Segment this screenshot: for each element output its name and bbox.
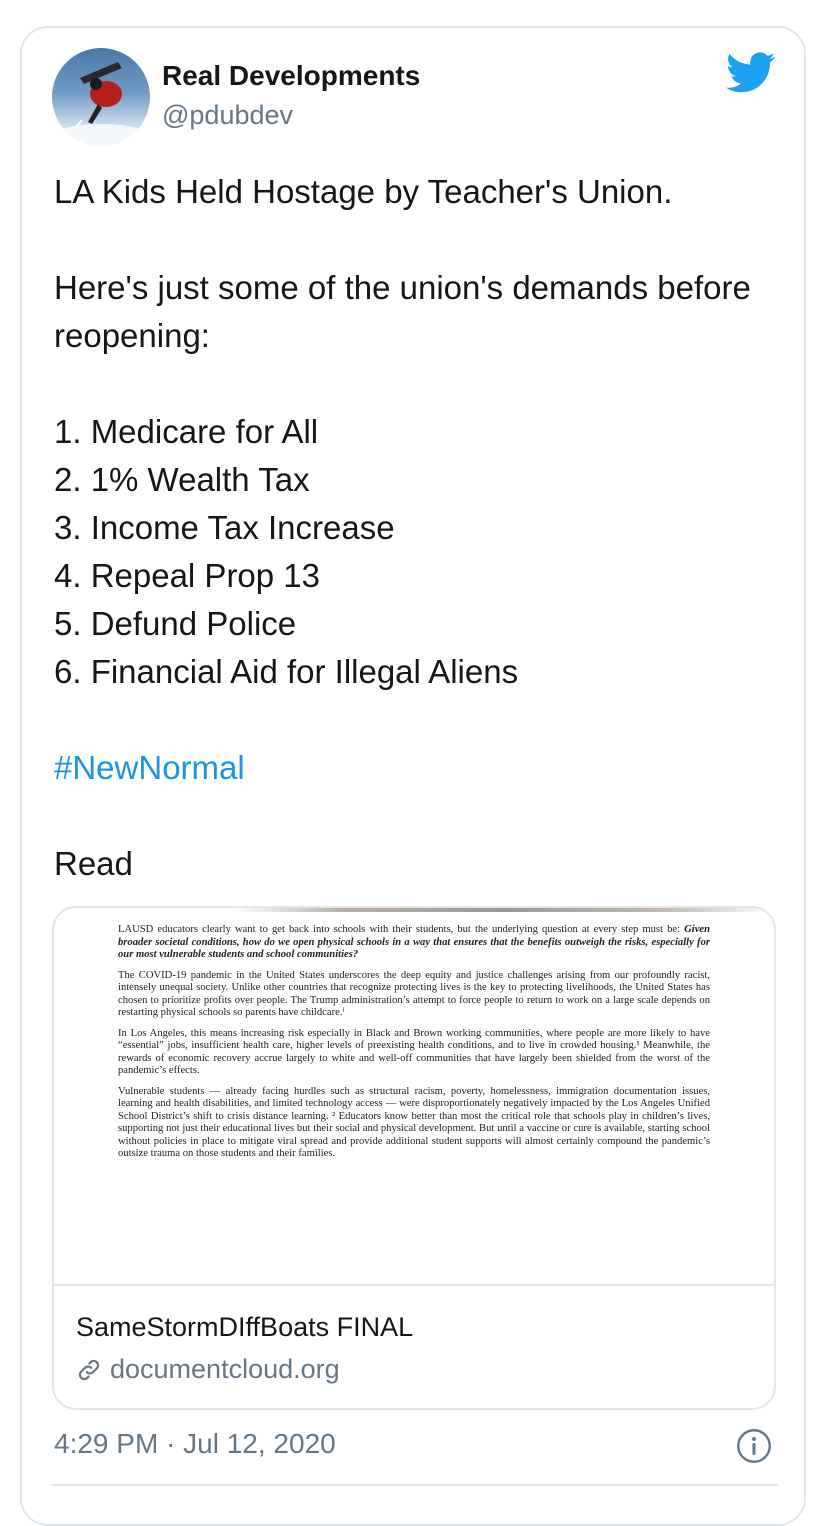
doc-paragraph: The COVID-19 pandemic in the United Stat… (118, 969, 710, 1019)
demand-item: 5. Defund Police (54, 605, 297, 642)
doc-paragraph: Vulnerable students — already facing hur… (118, 1085, 710, 1160)
document-text: LAUSD educators clearly want to get back… (118, 924, 710, 1169)
document-preview-image: LAUSD educators clearly want to get back… (54, 908, 774, 1286)
demand-item: 2. 1% Wealth Tax (54, 461, 310, 498)
demand-item: 1. Medicare for All (54, 413, 319, 450)
tweet-timestamp[interactable]: 4:29 PM · Jul 12, 2020 (54, 1428, 336, 1460)
avatar-image (52, 62, 150, 146)
link-domain-text: documentcloud.org (110, 1354, 340, 1384)
author-handle[interactable]: @pdubdev (162, 100, 293, 131)
demand-item: 3. Income Tax Increase (54, 509, 395, 546)
link-title[interactable]: SameStormDIffBoats FINAL (76, 1312, 413, 1343)
hashtag-link[interactable]: #NewNormal (54, 744, 784, 792)
info-icon[interactable] (736, 1428, 772, 1464)
demand-item: 6. Financial Aid for Illegal Aliens (54, 653, 519, 690)
tweet-text: LA Kids Held Hostage by Teacher's Union.… (54, 168, 784, 888)
demand-item: 4. Repeal Prop 13 (54, 557, 321, 594)
tweet-headline: LA Kids Held Hostage by Teacher's Union. (54, 173, 673, 210)
read-text: Read (54, 845, 133, 882)
avatar[interactable] (52, 48, 150, 146)
divider (52, 1484, 778, 1486)
link-preview-card[interactable]: LAUSD educators clearly want to get back… (52, 906, 776, 1410)
doc-paragraph: LAUSD educators clearly want to get back… (118, 924, 710, 960)
tweet-intro: Here's just some of the union's demands … (54, 269, 751, 354)
twitter-bird-icon[interactable] (726, 52, 776, 94)
link-icon (78, 1359, 100, 1380)
doc-paragraph: In Los Angeles, this means increasing ri… (118, 1027, 710, 1077)
link-domain[interactable]: documentcloud.org (76, 1354, 340, 1385)
author-name[interactable]: Real Developments (162, 60, 420, 92)
